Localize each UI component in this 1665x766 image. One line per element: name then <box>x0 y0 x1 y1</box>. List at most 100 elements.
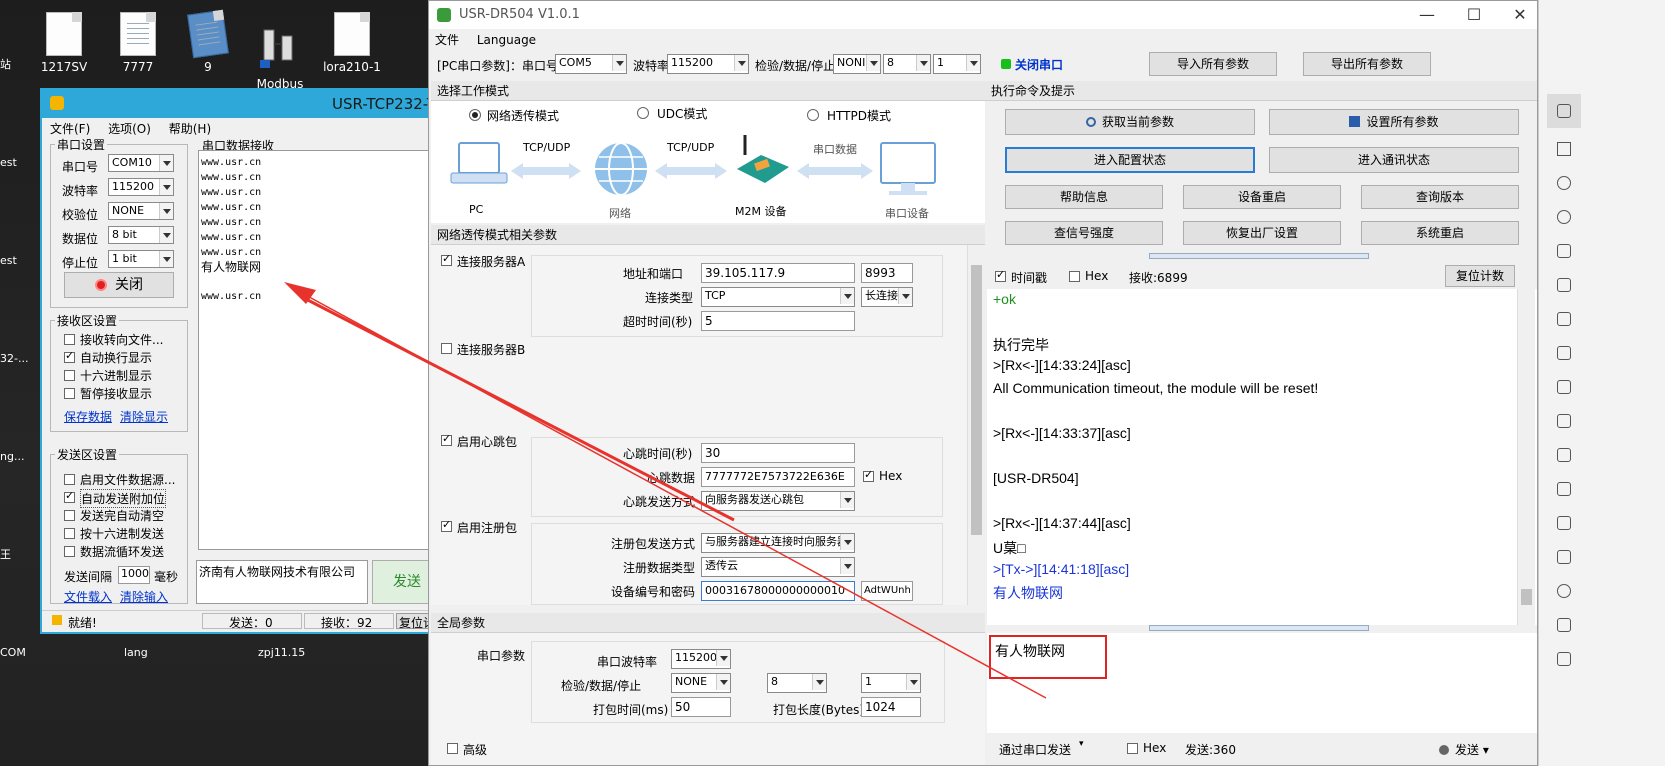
desktop-icon-7777[interactable]: 7777 <box>102 12 174 74</box>
net-params-scrollbar[interactable] <box>967 245 985 605</box>
serial-stopbits-select[interactable]: 1 <box>861 673 921 693</box>
mode-transparent-radio[interactable] <box>469 109 481 121</box>
location-icon[interactable] <box>1557 176 1571 190</box>
pc-databits-select[interactable]: 8 <box>883 54 931 74</box>
pc-stopbits-select[interactable]: 1 <box>933 54 981 74</box>
splitter-handle[interactable] <box>1149 253 1369 259</box>
heart-mode-select[interactable]: 向服务器发送心跳包 <box>701 491 855 511</box>
image-icon[interactable] <box>1557 550 1571 564</box>
hex-display-checkbox[interactable] <box>64 370 75 381</box>
maximize-icon[interactable]: ☐ <box>1451 1 1497 29</box>
heart-data-input[interactable]: 7777772E7573722E636E <box>701 467 855 487</box>
conn-mode-select[interactable]: 长连接 <box>861 287 913 307</box>
set-params-button[interactable]: 设置所有参数 <box>1269 109 1519 135</box>
send-hex-checkbox[interactable] <box>1127 743 1138 754</box>
serial-databits-select[interactable]: 8 <box>767 673 827 693</box>
reg-type-select[interactable]: 透传云 <box>701 557 855 577</box>
minimize-icon[interactable]: — <box>1404 1 1450 29</box>
desktop-icon-lora210-1[interactable]: lora210-1 <box>316 12 388 74</box>
baud-select[interactable]: 115200 <box>108 178 174 196</box>
log-scrollbar[interactable] <box>1517 289 1535 625</box>
close-icon[interactable]: ✕ <box>1497 1 1543 29</box>
port-select[interactable]: COM10 <box>108 154 174 172</box>
refresh-icon[interactable] <box>1557 210 1571 224</box>
close-port-button[interactable]: 关闭 <box>64 272 174 298</box>
menu-file[interactable]: 文件 <box>435 33 459 47</box>
menu-language[interactable]: Language <box>477 33 536 47</box>
share-icon[interactable] <box>1557 448 1571 462</box>
recv-to-file-checkbox[interactable] <box>64 334 75 345</box>
pc-baud-select[interactable]: 115200 <box>667 54 749 74</box>
hex-send-checkbox[interactable] <box>64 528 75 539</box>
server-b-checkbox[interactable] <box>441 343 452 354</box>
timestamp-checkbox[interactable] <box>995 268 1006 282</box>
dr504-titlebar[interactable]: USR-DR504 V1.0.1 — ☐ ✕ <box>429 1 1537 29</box>
interval-input[interactable]: 1000 <box>118 566 150 584</box>
send-textarea[interactable]: 济南有人物联网技术有限公司 <box>196 560 368 604</box>
register-checkbox[interactable] <box>441 518 452 532</box>
menu-options[interactable]: 选项(O) <box>108 122 151 136</box>
pack-time-input[interactable]: 50 <box>671 697 731 717</box>
system-reboot-button[interactable]: 系统重启 <box>1361 221 1519 245</box>
fill-icon[interactable] <box>1557 244 1571 258</box>
menu-help[interactable]: 帮助(H) <box>169 122 211 136</box>
send-input[interactable]: 有人物联网 <box>989 635 1107 679</box>
timeout-input[interactable]: 5 <box>701 311 855 331</box>
file-source-checkbox[interactable] <box>64 474 75 485</box>
mode-httpd-radio[interactable] <box>807 109 819 121</box>
text-icon[interactable] <box>1557 652 1571 666</box>
list-icon[interactable] <box>1557 516 1571 530</box>
mode-udc-radio[interactable] <box>637 107 649 119</box>
cursor-icon[interactable] <box>1557 142 1571 156</box>
stopbits-select[interactable]: 1 bit <box>108 250 174 268</box>
factory-reset-button[interactable]: 恢复出厂设置 <box>1183 221 1341 245</box>
loop-send-checkbox[interactable] <box>64 546 75 557</box>
close-serial-button[interactable]: 关闭串口 <box>1015 56 1063 73</box>
send-via-select[interactable]: 通过串口发送 <box>999 741 1071 758</box>
clear-display-link[interactable]: 清除显示 <box>120 408 168 425</box>
enter-config-button[interactable]: 进入配置状态 <box>1005 147 1255 173</box>
scrollbar-thumb[interactable] <box>971 265 982 535</box>
dev-id-input[interactable]: 00031678000000000010 <box>701 581 855 601</box>
device-reboot-button[interactable]: 设备重启 <box>1183 185 1341 209</box>
edit-icon[interactable] <box>1557 104 1571 118</box>
enter-comm-button[interactable]: 进入通讯状态 <box>1269 147 1519 173</box>
cmd-log-area[interactable]: +ok 执行完毕 >[Rx<-][14:33:24][asc] All Comm… <box>987 289 1537 625</box>
settings-icon[interactable] <box>1557 482 1571 496</box>
get-params-button[interactable]: 获取当前参数 <box>1005 109 1255 135</box>
layers-icon[interactable] <box>1557 414 1571 428</box>
pack-len-input[interactable]: 1024 <box>861 697 921 717</box>
splitter-handle[interactable] <box>1149 625 1369 631</box>
server-a-checkbox[interactable] <box>441 252 452 266</box>
desktop-icon-1217sv[interactable]: 1217SV <box>28 12 100 74</box>
pause-display-checkbox[interactable] <box>64 388 75 399</box>
query-version-button[interactable]: 查询版本 <box>1361 185 1519 209</box>
load-file-link[interactable]: 文件载入 <box>64 588 112 605</box>
tcp232-titlebar[interactable]: USR-TCP232-Te <box>42 90 458 118</box>
parity-select[interactable]: NONE <box>108 202 174 220</box>
recv-textarea[interactable]: www.usr.cn www.usr.cn www.usr.cn www.usr… <box>198 150 460 550</box>
advanced-checkbox[interactable] <box>447 743 458 754</box>
save-data-link[interactable]: 保存数据 <box>64 408 112 425</box>
auto-clear-checkbox[interactable] <box>64 510 75 521</box>
conn-type-select[interactable]: TCP <box>701 287 855 307</box>
pc-parity-select[interactable]: NONI <box>833 54 881 74</box>
help-button[interactable]: 帮助信息 <box>1005 185 1163 209</box>
sliders-icon[interactable] <box>1557 380 1571 394</box>
reset-count-button[interactable]: 复位计数 <box>1445 265 1515 287</box>
serial-baud-select[interactable]: 115200 <box>671 649 731 669</box>
export-params-button[interactable]: 导出所有参数 <box>1303 52 1431 76</box>
chart-icon[interactable] <box>1557 346 1571 360</box>
history-icon[interactable] <box>1557 584 1571 598</box>
auto-wrap-checkbox[interactable] <box>64 349 75 363</box>
cmd-send-area[interactable]: 有人物联网 <box>987 633 1537 733</box>
desktop-icon-9[interactable]: 9 <box>172 9 244 74</box>
send-button[interactable]: 发送 ▾ <box>1439 741 1489 758</box>
serial-parity-select[interactable]: NONE <box>671 673 731 693</box>
server-addr-input[interactable]: 39.105.117.9 <box>701 263 855 283</box>
databits-select[interactable]: 8 bit <box>108 226 174 244</box>
signal-strength-button[interactable]: 查信号强度 <box>1005 221 1163 245</box>
heartbeat-checkbox[interactable] <box>441 432 452 446</box>
code-icon[interactable] <box>1557 618 1571 632</box>
import-params-button[interactable]: 导入所有参数 <box>1149 52 1277 76</box>
